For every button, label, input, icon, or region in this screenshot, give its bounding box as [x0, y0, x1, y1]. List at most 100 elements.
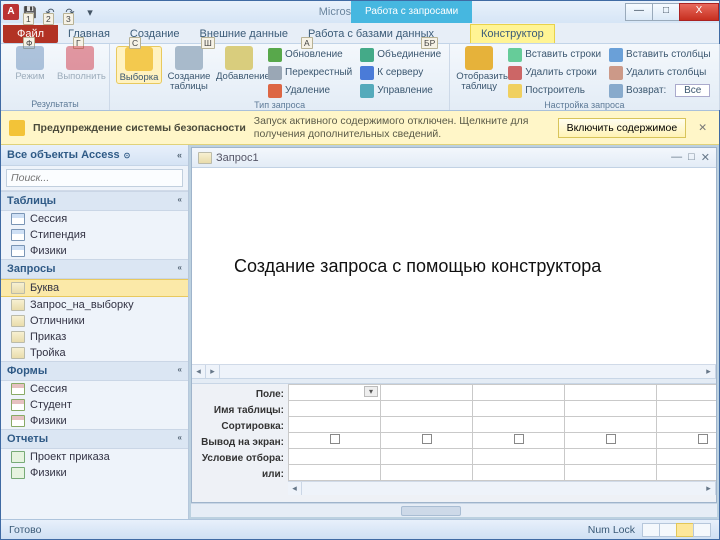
append-button[interactable]: Добавление	[216, 46, 262, 82]
crosstab-button[interactable]: Перекрестный	[266, 64, 354, 81]
nav-group-header[interactable]: Формы«	[1, 361, 188, 381]
security-warning-bar: Предупреждение системы безопасности Запу…	[1, 111, 719, 145]
nav-item-table[interactable]: Сессия	[1, 211, 188, 227]
doc-min-icon[interactable]: —	[671, 151, 682, 164]
nav-item-report[interactable]: Физики	[1, 465, 188, 481]
make-table-button[interactable]: Создание таблицы	[166, 46, 212, 92]
nav-header[interactable]: Все объекты Access ⊙ «	[1, 145, 188, 166]
app-icon: A	[3, 4, 19, 20]
doc-max-icon[interactable]: □	[688, 151, 695, 164]
nav-item-form[interactable]: Студент	[1, 397, 188, 413]
main-area: Все объекты Access ⊙ « Таблицы« Сессия С…	[1, 145, 719, 519]
insert-cols-button[interactable]: Вставить столбцы	[607, 46, 712, 63]
ribbon-tabs: Файл Главная Создание Внешние данные Раб…	[1, 23, 719, 43]
datadef-button[interactable]: Управление	[358, 82, 443, 99]
group-results: Режим Выполнить Результаты	[1, 44, 110, 110]
file-tab[interactable]: Файл	[3, 25, 58, 43]
qbe-row-labels: Поле: Имя таблицы: Сортировка: Вывод на …	[192, 384, 288, 502]
nav-item-report[interactable]: Проект приказа	[1, 449, 188, 465]
design-surface[interactable]: Создание запроса с помощью конструктора	[192, 168, 716, 364]
nav-item-form[interactable]: Физики	[1, 413, 188, 429]
tab-external-data[interactable]: Внешние данные	[190, 25, 298, 43]
delete-button[interactable]: Удаление	[266, 82, 354, 99]
close-button[interactable]: X	[679, 3, 719, 21]
delete-cols-button[interactable]: Удалить столбцы	[607, 64, 712, 81]
qat-customize-icon[interactable]: ▾	[81, 3, 99, 21]
nav-item-query[interactable]: Запрос_на_выборку	[1, 297, 188, 313]
nav-item-query[interactable]: Тройка	[1, 345, 188, 361]
return-combo[interactable]: Возврат: Все	[607, 82, 712, 99]
design-scrollbar[interactable]: ◂▸▸	[192, 364, 716, 378]
sql-view-icon	[676, 523, 694, 537]
qbe-grid: Поле: Имя таблицы: Сортировка: Вывод на …	[192, 384, 716, 502]
quick-access-toolbar: A 💾 ↶ ↷ ▾	[1, 3, 99, 21]
qbe-cells[interactable]: ◂▸	[288, 384, 716, 502]
nav-group-queries: Запросы« Буква Запрос_на_выборку Отлични…	[1, 259, 188, 361]
view-button[interactable]: Режим	[7, 46, 53, 82]
nav-item-table[interactable]: Стипендия	[1, 227, 188, 243]
group-label: Тип запроса	[116, 99, 443, 111]
ribbon: Режим Выполнить Результаты Выборка Созда…	[1, 43, 719, 111]
outer-hscroll[interactable]	[191, 503, 717, 517]
show-table-button[interactable]: Отобразить таблицу	[456, 46, 502, 92]
delete-rows-button[interactable]: Удалить строки	[506, 64, 603, 81]
nav-search	[1, 166, 188, 191]
passthrough-button[interactable]: К серверу	[358, 64, 443, 81]
nav-group-tables: Таблицы« Сессия Стипендия Физики	[1, 191, 188, 259]
status-numlock: Num Lock	[588, 524, 635, 536]
minimize-button[interactable]: —	[625, 3, 653, 21]
builder-button[interactable]: Построитель	[506, 82, 603, 99]
query-icon	[11, 299, 25, 311]
group-label: Настройка запроса	[456, 99, 712, 111]
view-switcher[interactable]	[643, 523, 711, 537]
security-message[interactable]: Запуск активного содержимого отключен. Щ…	[254, 115, 550, 139]
doc-close-icon[interactable]: ✕	[701, 151, 710, 164]
shutter-icon[interactable]: «	[177, 150, 182, 160]
nav-item-query[interactable]: Буква	[1, 279, 188, 297]
nav-item-form[interactable]: Сессия	[1, 381, 188, 397]
security-close-icon[interactable]: ✕	[694, 122, 711, 134]
query-icon	[198, 152, 212, 164]
enable-content-button[interactable]: Включить содержимое	[558, 118, 687, 138]
nav-item-table[interactable]: Физики	[1, 243, 188, 259]
nav-group-header[interactable]: Запросы«	[1, 259, 188, 279]
qbe-scrollbar[interactable]: ◂▸	[288, 481, 716, 495]
query-icon	[11, 315, 25, 327]
tab-design[interactable]: Конструктор	[470, 24, 555, 43]
update-button[interactable]: Обновление	[266, 46, 354, 63]
report-icon	[11, 467, 25, 479]
group-query-setup: Отобразить таблицу Вставить строки Удали…	[450, 44, 719, 110]
union-button[interactable]: Объединение	[358, 46, 443, 63]
form-icon	[11, 383, 25, 395]
tab-home[interactable]: Главная	[58, 25, 120, 43]
status-ready: Готово	[9, 524, 41, 536]
maximize-button[interactable]: □	[652, 3, 680, 21]
qat-save-icon[interactable]: 💾	[21, 3, 39, 21]
select-query-button[interactable]: Выборка	[116, 46, 162, 84]
contextual-tab-group: Работа с запросами	[351, 1, 472, 23]
document-area: Запрос1 — □ ✕ Создание запроса с помощью…	[189, 145, 719, 519]
nav-group-reports: Отчеты« Проект приказа Физики	[1, 429, 188, 481]
run-button[interactable]: Выполнить	[57, 46, 103, 82]
doc-title: Запрос1	[216, 152, 259, 164]
table-icon	[11, 213, 25, 225]
title-bar: A 💾 ↶ ↷ ▾ 1 2 3 Microsoft Access Работа …	[1, 1, 719, 23]
nav-item-query[interactable]: Приказ	[1, 329, 188, 345]
navigation-pane: Все объекты Access ⊙ « Таблицы« Сессия С…	[1, 145, 189, 519]
query-icon	[11, 331, 25, 343]
query-icon	[11, 282, 25, 294]
query-icon	[11, 347, 25, 359]
qat-undo-icon[interactable]: ↶	[41, 3, 59, 21]
table-icon	[11, 229, 25, 241]
form-icon	[11, 415, 25, 427]
qat-redo-icon[interactable]: ↷	[61, 3, 79, 21]
nav-group-header[interactable]: Таблицы«	[1, 191, 188, 211]
nav-search-input[interactable]	[6, 169, 183, 187]
tab-database-tools[interactable]: Работа с базами данных	[298, 25, 444, 43]
query-design-window: Запрос1 — □ ✕ Создание запроса с помощью…	[191, 147, 717, 503]
insert-rows-button[interactable]: Вставить строки	[506, 46, 603, 63]
nav-item-query[interactable]: Отличники	[1, 313, 188, 329]
nav-group-header[interactable]: Отчеты«	[1, 429, 188, 449]
security-title: Предупреждение системы безопасности	[33, 122, 246, 134]
tab-create[interactable]: Создание	[120, 25, 190, 43]
